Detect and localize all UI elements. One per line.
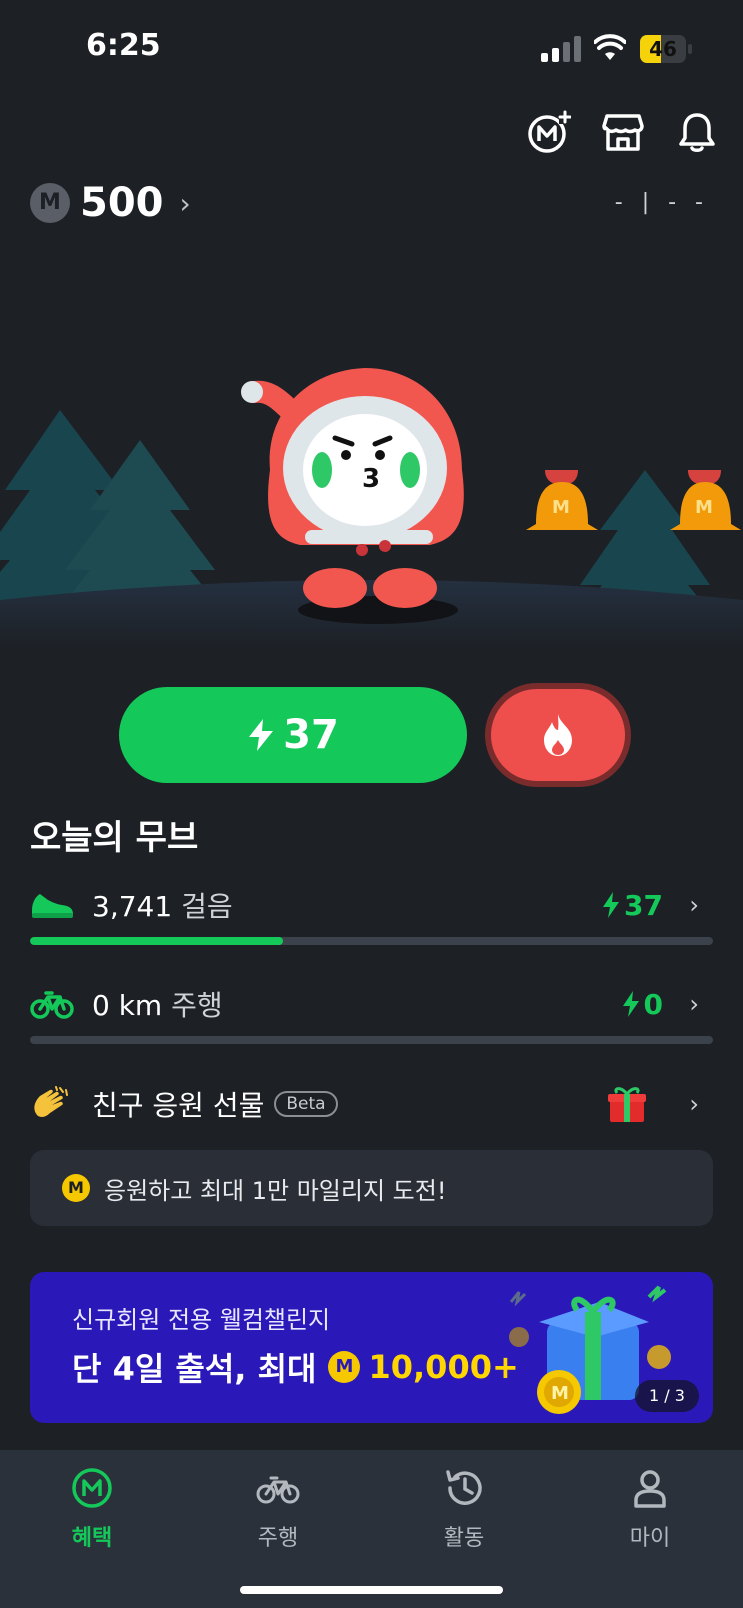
- section-title: 오늘의 무브: [30, 818, 199, 858]
- svg-text:M: M: [695, 497, 713, 518]
- mileage-balance[interactable]: M 500 ›: [30, 180, 191, 226]
- energy-button[interactable]: 37: [119, 687, 467, 783]
- svg-text:M: M: [552, 497, 570, 518]
- chevron-right-icon: ›: [689, 990, 699, 1018]
- lightning-icon: [622, 991, 639, 1017]
- sneaker-icon: [32, 894, 73, 918]
- bell-decoration-2: M: [670, 470, 741, 530]
- ride-reward: 0: [622, 988, 663, 1021]
- mileage-coin-icon: M: [62, 1174, 90, 1202]
- lightning-icon: [249, 719, 274, 751]
- svg-text:3: 3: [362, 464, 380, 494]
- mileage-value: 500: [80, 180, 164, 226]
- banner-amount: 10,000+: [368, 1348, 519, 1386]
- tab-label: 마이: [629, 1526, 671, 1551]
- tab-benefits[interactable]: 혜택: [32, 1466, 152, 1552]
- tab-label: 혜택: [71, 1526, 113, 1551]
- tab-label: 활동: [443, 1526, 485, 1551]
- steps-text: 3,741 걸음: [92, 885, 233, 925]
- steps-unit: 걸음: [181, 890, 233, 923]
- banner-subtitle: 신규회원 전용 웰컴챌린지: [72, 1306, 331, 1334]
- wifi-icon: [594, 34, 626, 60]
- header-actions: [527, 110, 719, 154]
- promo-banner[interactable]: 신규회원 전용 웰컴챌린지 단 4일 출석, 최대 M 10,000+ M 1 …: [30, 1272, 713, 1423]
- ride-progress: [30, 1036, 713, 1044]
- ride-distance: 0 km: [92, 989, 163, 1022]
- mileage-coin-icon: M: [328, 1351, 361, 1383]
- signal-icon: [541, 36, 581, 62]
- bell-icon[interactable]: [675, 110, 719, 154]
- weather-placeholder: - | - -: [614, 190, 709, 215]
- tab-my[interactable]: 마이: [590, 1466, 710, 1552]
- bottom-tab-bar: 혜택 주행 활동 마이: [0, 1450, 743, 1608]
- ride-row[interactable]: 0 km 주행 0 ›: [30, 974, 713, 1034]
- clapping-hands-icon: [34, 1086, 68, 1117]
- tab-ride[interactable]: 주행: [218, 1466, 338, 1552]
- fire-icon: [544, 714, 572, 756]
- tab-activity[interactable]: 활동: [404, 1466, 524, 1552]
- mileage-icon: M: [30, 183, 70, 223]
- fire-button[interactable]: [485, 683, 631, 787]
- steps-row[interactable]: 3,741 걸음 37 ›: [30, 875, 713, 935]
- chevron-right-icon: ›: [689, 891, 699, 919]
- character: 3: [241, 368, 464, 608]
- beta-badge: Beta: [274, 1091, 338, 1117]
- energy-value: 37: [283, 712, 339, 758]
- status-time: 6:25: [86, 28, 161, 63]
- chevron-right-icon: ›: [179, 186, 191, 220]
- lightning-icon: [603, 892, 620, 918]
- cheer-notice[interactable]: M 응원하고 최대 1만 마일리지 도전!: [30, 1150, 713, 1226]
- bicycle-icon: [30, 991, 74, 1019]
- ride-text: 0 km 주행: [92, 984, 223, 1024]
- bicycle-icon: [256, 1476, 300, 1504]
- banner-page-indicator: 1 / 3: [635, 1380, 699, 1412]
- status-bar: 6:25 46: [0, 0, 743, 100]
- person-icon: [634, 1470, 666, 1508]
- notice-text: 응원하고 최대 1만 마일리지 도전!: [104, 1176, 447, 1205]
- ride-unit: 주행: [171, 989, 223, 1022]
- steps-progress: [30, 937, 713, 945]
- gift-icon: [608, 1087, 646, 1122]
- home-indicator[interactable]: [240, 1586, 503, 1594]
- chevron-right-icon: ›: [689, 1090, 699, 1118]
- character-scene: 3 M M: [0, 368, 743, 650]
- mileage-add-icon[interactable]: [527, 110, 571, 154]
- steps-count: 3,741: [92, 890, 173, 923]
- friend-gift-row[interactable]: 친구 응원 선물 Beta ›: [30, 1074, 713, 1134]
- bell-decoration-1: M: [526, 470, 598, 530]
- mileage-icon: [72, 1468, 112, 1508]
- tab-label: 주행: [257, 1526, 299, 1551]
- store-icon[interactable]: [601, 110, 645, 154]
- steps-reward: 37: [602, 889, 663, 922]
- battery-indicator: 46: [640, 35, 694, 63]
- svg-text:M: M: [551, 1383, 569, 1404]
- banner-title: 단 4일 출석, 최대 M 10,000+: [72, 1348, 519, 1388]
- friend-gift-label: 친구 응원 선물: [92, 1089, 265, 1122]
- battery-percent: 46: [649, 37, 677, 61]
- history-icon: [446, 1470, 482, 1505]
